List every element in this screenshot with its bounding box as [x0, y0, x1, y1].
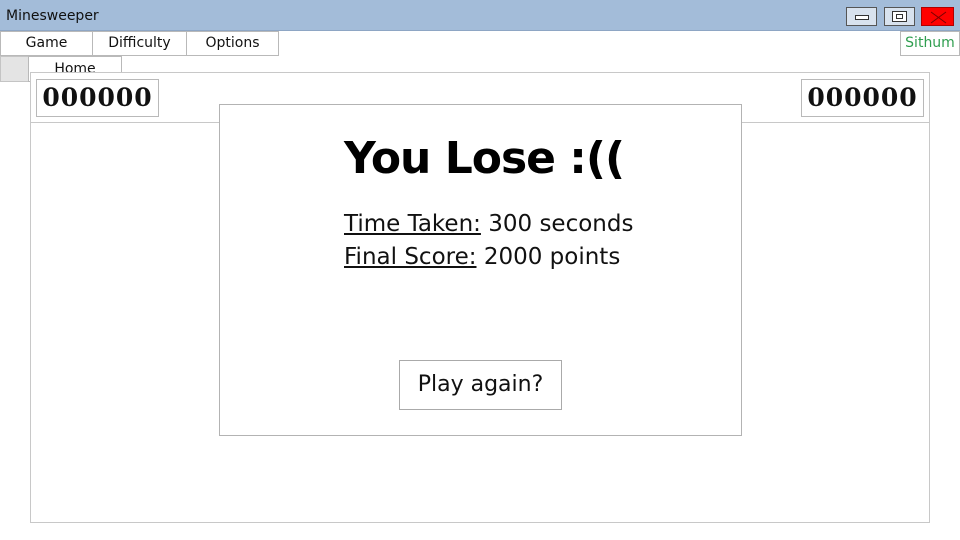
menu-game[interactable]: Game	[0, 31, 93, 56]
app-window: Minesweeper Game Difficulty Options Sith…	[0, 0, 960, 540]
result-title: You Lose :((	[344, 133, 625, 184]
time-taken-value: 300 seconds	[488, 211, 634, 237]
minimize-button[interactable]	[846, 7, 877, 26]
menu-difficulty[interactable]: Difficulty	[92, 31, 187, 56]
time-taken-row: Time Taken: 300 seconds	[344, 209, 633, 239]
menu-options[interactable]: Options	[186, 31, 279, 56]
close-icon	[930, 11, 947, 24]
mine-counter: 000000	[36, 79, 159, 117]
dropdown-icon-column	[0, 56, 29, 82]
final-score-value: 2000 points	[483, 244, 621, 270]
final-score-row: Final Score: 2000 points	[344, 242, 620, 272]
time-taken-label: Time Taken:	[344, 211, 481, 237]
maximize-button[interactable]	[884, 7, 915, 26]
final-score-label: Final Score:	[344, 244, 477, 270]
play-again-button[interactable]: Play again?	[399, 360, 562, 410]
timer-counter: 000000	[801, 79, 924, 117]
close-button[interactable]	[921, 7, 954, 26]
title-bar[interactable]: Minesweeper	[0, 0, 960, 31]
window-title: Minesweeper	[6, 8, 99, 24]
user-name-label: Sithum	[900, 31, 960, 56]
minimize-icon	[855, 15, 869, 20]
maximize-icon	[892, 11, 907, 22]
result-dialog: You Lose :(( Time Taken: 300 seconds Fin…	[219, 104, 742, 436]
